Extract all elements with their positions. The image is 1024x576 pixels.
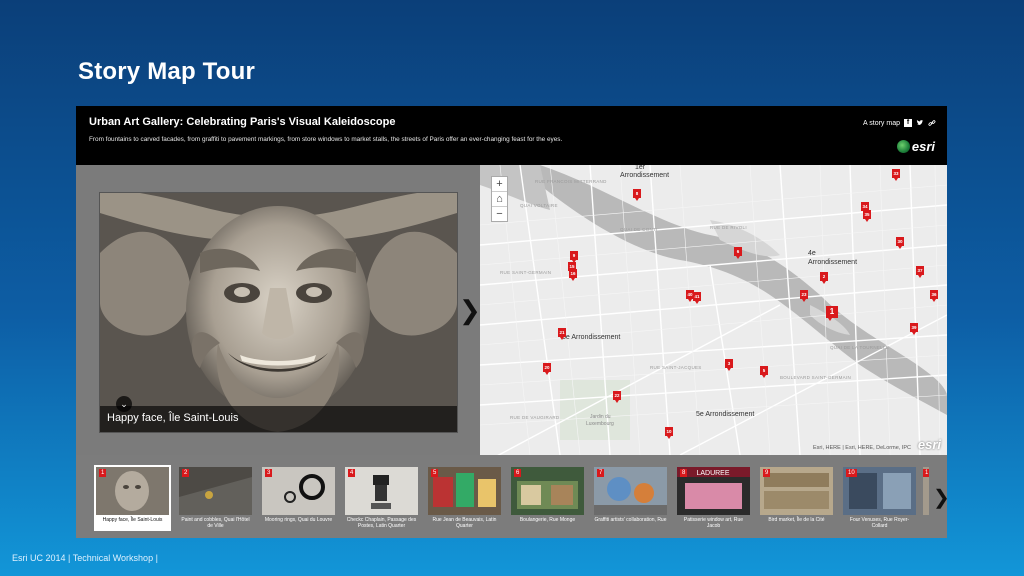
carousel-item[interactable]: 5 Rue Jean de Beauvais, Latin Quarter <box>428 467 501 529</box>
street-label: RUE SAINT-JACQUES <box>650 365 702 370</box>
street-label: QUAI DE CONTI <box>620 227 658 232</box>
street-label: QUAI DE LA TOURNELLE <box>830 345 890 350</box>
thumb-image <box>345 467 418 515</box>
map-panel[interactable]: RUE FRANCOIS MITTERRAND QUAI VOLTAIRE QU… <box>480 165 947 455</box>
map-marker[interactable]: 6 <box>734 247 742 259</box>
carousel-item[interactable]: LADUREE 8 Patisserie window art, Rue Jac… <box>677 467 750 529</box>
thumb-image <box>511 467 584 515</box>
carousel-item[interactable]: 4 Checkc Chaplain, Passage des Postes, L… <box>345 467 418 529</box>
map-marker-active[interactable]: 1 <box>826 306 838 321</box>
map-attribution: Esri, HERE | Esri, HERE, DeLorme, IPC <box>812 445 911 451</box>
zoom-in-button[interactable]: + <box>492 177 507 192</box>
map-label-arr1-top: 1er <box>635 165 646 171</box>
carousel-item[interactable]: 2 Paint and cobbles, Quai l'Hôtel de Vil… <box>179 467 252 529</box>
map-label-arr4: Arrondissement <box>808 259 858 266</box>
thumb-label: Paint and cobbles, Quai l'Hôtel de Ville <box>181 517 250 529</box>
chevron-down-icon[interactable]: ⌄ <box>116 396 132 412</box>
map-marker[interactable]: 20 <box>543 363 551 375</box>
map-label-arr5: 5e Arrondissement <box>696 411 755 418</box>
map-label-arr1: Arrondissement <box>620 172 670 179</box>
street-label: QUAI VOLTAIRE <box>520 203 558 208</box>
map-marker[interactable]: 41 <box>693 292 701 304</box>
thumbnail-carousel: 1 Happy face, Île Saint-Louis 2 Paint an… <box>76 455 950 538</box>
carousel-item[interactable]: 10 Four Venuses, Rue Royer-Collard <box>843 467 916 529</box>
carousel-item[interactable]: 9 Bird market, Île de la Cité <box>760 467 833 529</box>
thumb-label: Bird market, Île de la Cité <box>768 517 825 523</box>
zoom-out-button[interactable]: − <box>492 207 507 221</box>
thumb-image <box>428 467 501 515</box>
slide-footer: Esri UC 2014 | Technical Workshop | <box>12 553 158 563</box>
thumb-image <box>760 467 833 515</box>
thumb-label: Rue Jean de Beauvais, Latin Quarter <box>432 517 497 529</box>
link-icon[interactable] <box>928 119 936 127</box>
map-marker[interactable]: 23 <box>800 290 808 302</box>
street-label: BOULEVARD SAINT-GERMAIN <box>780 375 852 380</box>
twitter-icon[interactable] <box>916 119 924 127</box>
carousel-item-partial[interactable]: 1 <box>923 467 929 529</box>
globe-icon <box>896 140 910 153</box>
street-label: RUE FRANCOIS MITTERRAND <box>535 179 607 184</box>
thumb-label: Mooring rings, Quai du Louvre <box>264 517 333 523</box>
thumb-label: Four Venuses, Rue Royer-Collard <box>849 517 910 529</box>
map-marker[interactable]: 3 <box>725 359 733 371</box>
esri-map-logo: esri <box>917 437 941 452</box>
map-marker[interactable]: 10 <box>665 427 673 439</box>
street-label: RUE SAINT-GERMAIN <box>500 270 552 275</box>
map-marker[interactable]: 39 <box>910 323 918 335</box>
svg-text:LADUREE: LADUREE <box>696 470 729 477</box>
map-label-jardin: Jardin du <box>590 414 611 420</box>
map-marker[interactable]: 2 <box>820 272 828 284</box>
map-marker[interactable]: 9 <box>570 251 578 263</box>
thumb-label: Checkc Chaplain, Passage des Postes, Lat… <box>346 517 417 529</box>
carousel-item[interactable]: 3 Mooring rings, Quai du Louvre <box>262 467 335 529</box>
thumb-image <box>179 467 252 515</box>
feature-photo: ⌄ Happy face, Île Saint-Louis <box>99 192 458 433</box>
thumb-label: Graffiti artists' collaboration, Rue <box>594 517 667 523</box>
map-marker[interactable]: 8 <box>633 189 641 201</box>
share-label: A story map <box>863 119 900 127</box>
thumb-image <box>262 467 335 515</box>
map-label-arr4-top: 4e <box>808 250 816 257</box>
carousel-item[interactable]: 7 Graffiti artists' collaboration, Rue <box>594 467 667 529</box>
thumb-image <box>594 467 667 515</box>
map-label-luxembourg: Luxembourg <box>586 421 614 427</box>
thumb-label: Patisserie window art, Rue Jacob <box>683 517 744 529</box>
carousel-item[interactable]: 1 Happy face, Île Saint-Louis <box>94 465 171 531</box>
app-title: Urban Art Gallery: Celebrating Paris's V… <box>89 116 396 128</box>
zoom-control: + ⌂ − <box>491 176 508 222</box>
map-label-arr6: 6e Arrondissement <box>562 334 621 341</box>
map-marker[interactable]: 5 <box>760 366 768 378</box>
street-label: RUE DE RIVOLI <box>710 225 747 230</box>
map-marker[interactable]: 30 <box>896 237 904 249</box>
photo-caption: Happy face, Île Saint-Louis <box>107 412 239 424</box>
thumb-label: Boulangerie, Rue Monge <box>519 517 576 523</box>
map-marker[interactable]: 35 <box>863 210 871 222</box>
carousel-item[interactable]: 6 Boulangerie, Rue Monge <box>511 467 584 529</box>
share-bar: A story map f <box>863 119 936 127</box>
next-slide-arrow-icon[interactable]: ❯ <box>459 295 481 326</box>
app-subtitle: From fountains to carved facades, from g… <box>89 136 563 143</box>
caption-bar: ⌄ Happy face, Île Saint-Louis <box>100 396 457 432</box>
esri-logo[interactable]: esri <box>896 139 935 154</box>
thumb-image <box>96 467 169 515</box>
stone-face-image <box>100 193 457 432</box>
thumb-label: Happy face, Île Saint-Louis <box>102 517 163 523</box>
home-icon[interactable]: ⌂ <box>492 192 507 207</box>
facebook-icon[interactable]: f <box>904 119 912 127</box>
slide-title: Story Map Tour <box>78 58 256 85</box>
app-header: Urban Art Gallery: Celebrating Paris's V… <box>76 106 947 165</box>
map-marker[interactable]: 33 <box>892 169 900 181</box>
street-label: RUE DE VAUGIRARD <box>510 415 560 420</box>
thumb-image: LADUREE <box>677 467 750 515</box>
media-panel: ⌄ Happy face, Île Saint-Louis ❯ <box>76 165 481 455</box>
map-marker[interactable]: 36 <box>930 290 938 302</box>
map-marker[interactable]: 21 <box>558 328 566 340</box>
map-marker[interactable]: 16 <box>569 269 577 281</box>
story-map-app: Urban Art Gallery: Celebrating Paris's V… <box>76 106 950 538</box>
map-marker[interactable]: 22 <box>613 391 621 403</box>
carousel-next-arrow-icon[interactable]: ❯ <box>933 485 950 510</box>
map-marker[interactable]: 37 <box>916 266 924 278</box>
